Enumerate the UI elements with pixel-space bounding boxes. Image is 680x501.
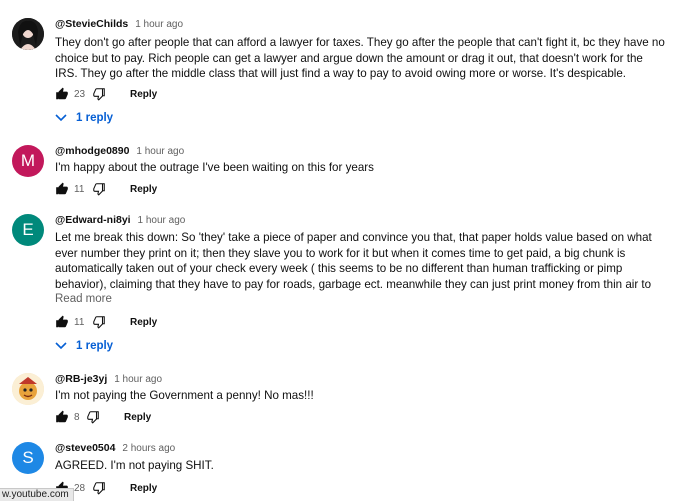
- comment-time[interactable]: 1 hour ago: [136, 146, 184, 157]
- like-count: 11: [74, 316, 85, 328]
- read-more-button[interactable]: Read more: [55, 293, 112, 305]
- view-replies-button[interactable]: 1 reply: [55, 112, 113, 124]
- avatar[interactable]: M: [12, 145, 44, 177]
- like-count: 8: [74, 411, 80, 423]
- status-bar-url: w.youtube.com: [0, 488, 74, 501]
- comment-text: I'm not paying the Government a penny! N…: [55, 389, 314, 402]
- comment-header: @RB-je3yj 1 hour ago: [55, 373, 162, 385]
- reply-button[interactable]: Reply: [130, 89, 157, 100]
- comment-time[interactable]: 1 hour ago: [135, 19, 183, 30]
- avatar[interactable]: E: [12, 214, 44, 246]
- dislike-icon[interactable]: [92, 315, 106, 329]
- like-icon[interactable]: [55, 315, 69, 329]
- avatar-letter: M: [20, 151, 36, 170]
- avatar[interactable]: [12, 373, 44, 405]
- avatar[interactable]: [12, 18, 44, 50]
- comment-text: I'm happy about the outrage I've been wa…: [55, 161, 374, 174]
- replies-label: 1 reply: [76, 340, 114, 352]
- comment-actions: 23 Reply: [55, 86, 157, 102]
- like-count: 23: [74, 88, 86, 100]
- like-count: 28: [74, 482, 86, 494]
- avatar-photo-icon: [12, 18, 44, 50]
- chevron-down-icon: [55, 114, 67, 122]
- comment-text: Let me break this down: So 'they' take a…: [55, 231, 652, 291]
- comment-header: @mhodge0890 1 hour ago: [55, 145, 184, 157]
- reply-button[interactable]: Reply: [130, 483, 157, 494]
- avatar-letter: S: [22, 448, 34, 467]
- comment-author[interactable]: @RB-je3yj: [55, 373, 107, 385]
- comment-author[interactable]: @StevieChilds: [55, 18, 128, 30]
- reply-button[interactable]: Reply: [130, 184, 157, 195]
- comment-text: They don't go after people that can affo…: [55, 36, 665, 80]
- comment-author[interactable]: @mhodge0890: [55, 145, 129, 157]
- comment-header: @steve0504 2 hours ago: [55, 442, 175, 454]
- comment-time[interactable]: 1 hour ago: [138, 215, 186, 226]
- like-count: 11: [74, 183, 85, 195]
- comment-time[interactable]: 1 hour ago: [114, 374, 162, 385]
- comment-actions: 11 Reply: [55, 314, 157, 330]
- dislike-icon[interactable]: [92, 182, 106, 196]
- comment-actions: 11 Reply: [55, 181, 157, 197]
- replies-label: 1 reply: [76, 112, 114, 124]
- comment-text: AGREED. I'm not paying SHIT.: [55, 459, 214, 472]
- view-replies-button[interactable]: 1 reply: [55, 340, 113, 352]
- like-icon[interactable]: [55, 182, 69, 196]
- dislike-icon[interactable]: [92, 481, 106, 495]
- reply-button[interactable]: Reply: [124, 412, 151, 423]
- comment-actions: 8 Reply: [55, 409, 151, 425]
- chevron-down-icon: [55, 342, 67, 350]
- like-icon[interactable]: [55, 410, 69, 424]
- avatar-cartoon-icon: [12, 373, 44, 405]
- comment-header: @Edward-ni8yi 1 hour ago: [55, 214, 185, 226]
- avatar-letter: E: [22, 220, 34, 239]
- comment-author[interactable]: @Edward-ni8yi: [55, 214, 131, 226]
- dislike-icon[interactable]: [86, 410, 100, 424]
- like-icon[interactable]: [55, 87, 69, 101]
- comment-header: @StevieChilds 1 hour ago: [55, 18, 183, 30]
- avatar[interactable]: S: [12, 442, 44, 474]
- dislike-icon[interactable]: [92, 87, 106, 101]
- comment-time[interactable]: 2 hours ago: [122, 443, 175, 454]
- comment-author[interactable]: @steve0504: [55, 442, 115, 454]
- reply-button[interactable]: Reply: [130, 317, 157, 328]
